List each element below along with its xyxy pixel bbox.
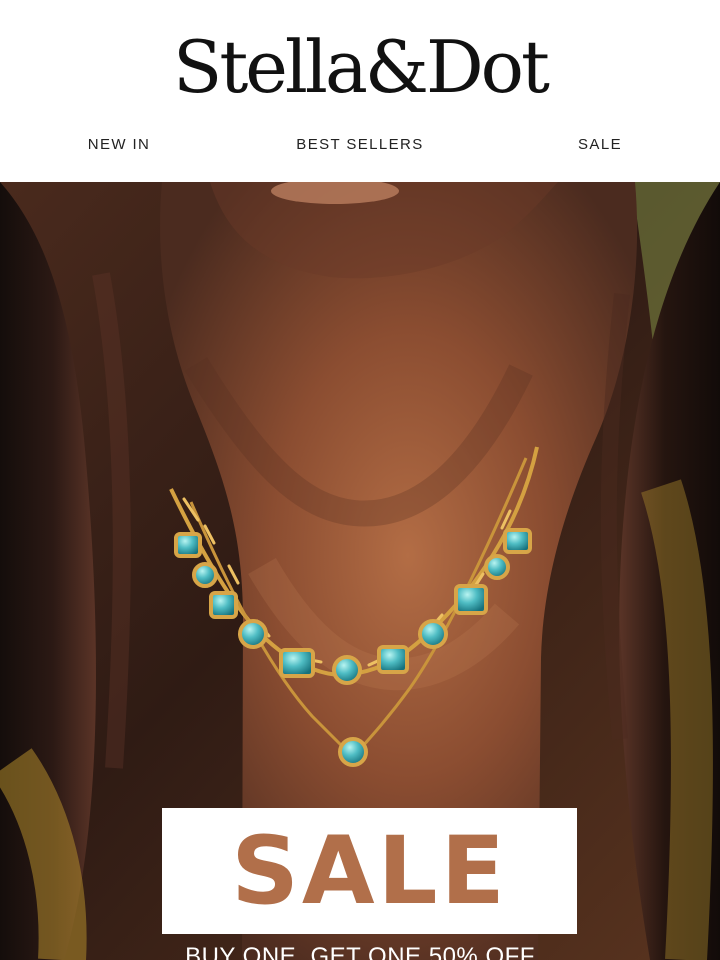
nav-link-sale[interactable]: SALE bbox=[578, 130, 622, 160]
nav-link-best-sellers[interactable]: BEST SELLERS bbox=[296, 130, 423, 160]
brand-logo[interactable]: Stella&Dot bbox=[0, 24, 720, 110]
sale-headline: SALE bbox=[231, 817, 508, 926]
brand-header: Stella&Dot NEW IN BEST SELLERS SALE bbox=[0, 0, 720, 182]
offer-subhead: BUY ONE, GET ONE 50% OFF bbox=[185, 943, 535, 960]
nav-link-new-in[interactable]: NEW IN bbox=[88, 130, 151, 160]
sale-headline-box[interactable]: SALE bbox=[162, 808, 577, 934]
email-page: Stella&Dot NEW IN BEST SELLERS SALE SALE… bbox=[0, 0, 720, 960]
main-navigation: NEW IN BEST SELLERS SALE bbox=[0, 130, 720, 160]
